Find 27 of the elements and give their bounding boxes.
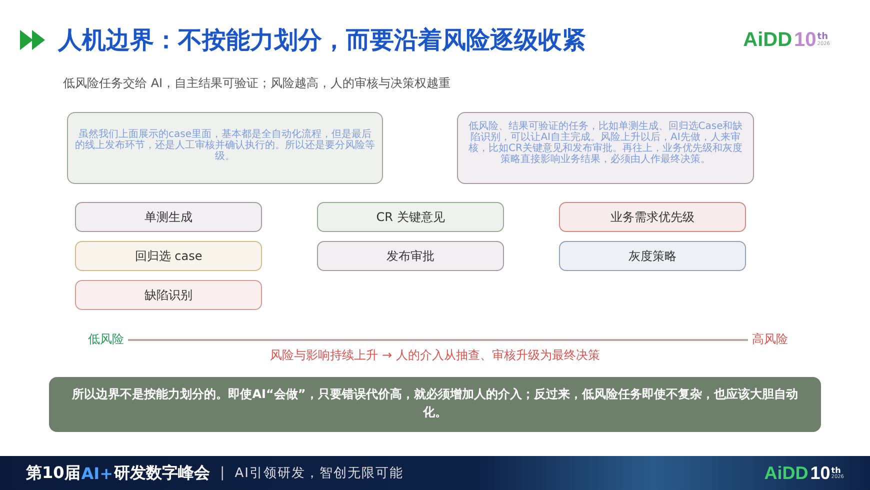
logo-text: AiDD <box>743 28 792 52</box>
conclusion-banner: 所以边界不是按能力划分的。即使AI“会做”，只要错误代价高，就必须增加人的介入；反过来，低风险任务即使不复杂，也应该大胆自动化。 <box>49 377 821 432</box>
footer-logo-text: AiDD <box>764 462 808 484</box>
task-tag: 发布审批 <box>317 241 504 271</box>
task-tag: 业务需求优先级 <box>559 202 746 232</box>
note-card: 虽然我们上面展示的case里面，基本都是全自动化流程，但是最后的线上发布环节，还是人工审核并确认执行的。所以还是要分风险等级。 <box>67 112 383 184</box>
footer-separator: | <box>220 465 225 481</box>
footer-logo-number: 10 <box>810 462 830 484</box>
low-risk-label: 低风险 <box>88 331 124 348</box>
logo-suffix: th <box>817 33 828 42</box>
double-play-icon <box>20 30 46 50</box>
note-card: 低风险、结果可验证的任务，比如单测生成、回归选Case和缺陷识别，可以让AI自主完成。风险上升以后，AI先做，人来审核，比如CR关键意见和发布审批。再往上，业务优先级和灰度策略直接影响业务结果，必须由人作最终决策。 <box>457 112 754 184</box>
task-tag: 单测生成 <box>75 202 262 232</box>
footer-brand: AI+ <box>81 464 114 482</box>
footer-logo-suffix: th <box>831 466 841 474</box>
footer-event: 研发数字峰会 <box>114 462 210 484</box>
footer-slogan: AI引领研发，智创无限可能 <box>234 465 404 482</box>
subtitle: 低风险任务交给 AI，自主结果可验证；风险越高，人的审核与决策权越重 <box>63 75 452 92</box>
slide-title: 人机边界：不按能力划分，而要沿着风险逐级收紧 <box>58 25 586 56</box>
task-tag: 缺陷识别 <box>75 280 262 310</box>
footer-edition: 第10届 <box>26 462 80 484</box>
task-tag: 灰度策略 <box>559 241 746 271</box>
task-tag: CR 关键意见 <box>317 202 504 232</box>
logo-number: 10 <box>794 28 816 52</box>
axis-caption: 风险与影响持续上升 → 人的介入从抽查、审核升级为最终决策 <box>269 347 601 364</box>
task-tag: 回归选 case <box>75 241 262 271</box>
high-risk-label: 高风险 <box>752 331 788 348</box>
